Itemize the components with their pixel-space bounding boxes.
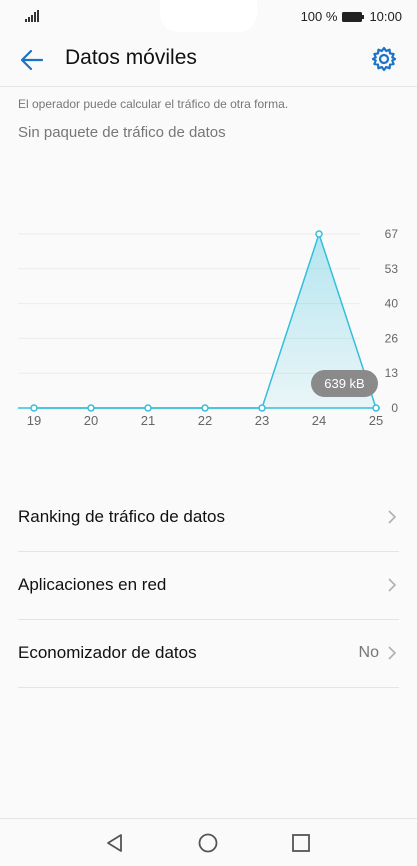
data-point [315, 230, 323, 238]
home-circle-icon[interactable] [197, 832, 219, 854]
battery-icon [342, 11, 365, 22]
data-saver-status: No [358, 644, 379, 661]
clock: 10:00 [369, 9, 402, 24]
x-tick-label: 22 [198, 413, 212, 428]
back-triangle-icon[interactable] [104, 832, 126, 854]
data-usage-chart: 67 53 40 26 13 0 19 20 21 22 23 24 25 [18, 227, 399, 428]
signal-icon [25, 10, 39, 22]
x-tick-label: 23 [255, 413, 269, 428]
recents-square-icon[interactable] [290, 832, 312, 854]
page-title: Datos móviles [65, 46, 197, 69]
menu-list: Ranking de tráfico de datos Aplicaciones… [18, 484, 399, 688]
menu-item-data-saver[interactable]: Economizador de datos No [18, 620, 399, 688]
menu-item-network-apps[interactable]: Aplicaciones en red [18, 552, 399, 620]
x-tick-label: 24 [312, 413, 326, 428]
data-point [201, 404, 209, 412]
x-tick-label: 21 [141, 413, 155, 428]
y-tick-label: 13 [385, 366, 399, 380]
usage-tooltip: 639 kB [311, 370, 378, 397]
data-point [30, 404, 38, 412]
package-status: Sin paquete de tráfico de datos [18, 124, 226, 141]
arrow-left-icon[interactable] [18, 46, 46, 74]
data-point [87, 404, 95, 412]
y-tick-label: 67 [385, 227, 399, 241]
data-point [144, 404, 152, 412]
battery-percent: 100 % [300, 9, 338, 24]
menu-item-label: Economizador de datos [18, 643, 197, 662]
menu-item-label: Ranking de tráfico de datos [18, 507, 225, 526]
y-tick-label: 40 [385, 297, 399, 311]
status-bar: 100 % 10:00 [0, 0, 417, 34]
chevron-right-icon [388, 646, 397, 660]
menu-item-label: Aplicaciones en red [18, 575, 167, 594]
data-point [258, 404, 266, 412]
x-tick-label: 25 [369, 413, 383, 428]
y-tick-label: 53 [385, 262, 399, 276]
gear-icon[interactable] [371, 46, 397, 72]
camera-notch [160, 0, 257, 32]
chevron-right-icon [388, 510, 397, 524]
chevron-right-icon [388, 578, 397, 592]
data-point [372, 404, 380, 412]
status-right: 100 % 10:00 [301, 9, 402, 24]
x-tick-label: 20 [84, 413, 98, 428]
y-tick-label: 0 [391, 401, 398, 415]
screen: 100 % 10:00 Datos móviles El operador pu… [0, 0, 417, 866]
menu-item-ranking[interactable]: Ranking de tráfico de datos [18, 484, 399, 552]
y-tick-label: 26 [385, 331, 399, 345]
x-tick-label: 19 [27, 413, 41, 428]
navigation-bar [0, 818, 417, 866]
operator-note: El operador puede calcular el tráfico de… [18, 97, 289, 111]
app-header: Datos móviles [0, 34, 417, 87]
